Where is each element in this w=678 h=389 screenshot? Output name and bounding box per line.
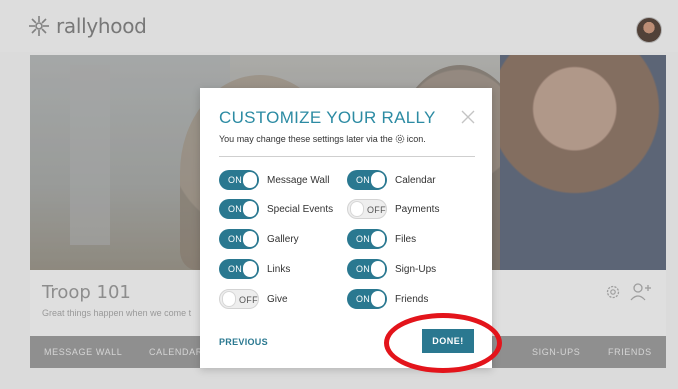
toggle-row-links: ON Links (219, 258, 290, 280)
gear-icon (395, 134, 405, 144)
toggle-knob (243, 201, 257, 217)
toggle-knob (371, 172, 385, 188)
toggle-label: Friends (395, 293, 429, 305)
toggle-label: Calendar (395, 174, 436, 186)
toggle-label: Gallery (267, 233, 299, 245)
toggle-knob (371, 291, 385, 307)
done-button[interactable]: DONE! (422, 329, 474, 353)
toggle-row-give: OFF Give (219, 288, 288, 310)
page: rallyhood Troop 101 Great things happen … (0, 0, 678, 389)
toggle-state: ON (356, 264, 371, 274)
toggle-knob (243, 172, 257, 188)
toggle-state: ON (228, 204, 243, 214)
toggle-row-sign-ups: ON Sign-Ups (347, 258, 436, 280)
customize-rally-modal: CUSTOMIZE YOUR RALLY You may change thes… (200, 88, 492, 368)
subtitle-text-end: icon. (406, 134, 426, 144)
toggle-knob (243, 261, 257, 277)
toggle-state: OFF (239, 295, 258, 305)
toggle-state: ON (356, 234, 371, 244)
previous-link[interactable]: PREVIOUS (219, 337, 268, 347)
toggle-row-payments: OFF Payments (347, 198, 439, 220)
toggle-knob (371, 231, 385, 247)
files-toggle[interactable]: ON (347, 229, 387, 249)
toggle-label: Payments (395, 203, 440, 215)
sign-ups-toggle[interactable]: ON (347, 259, 387, 279)
toggle-row-gallery: ON Gallery (219, 228, 299, 250)
toggle-label: Files (395, 233, 417, 245)
toggle-row-special-events: ON Special Events (219, 198, 333, 220)
friends-toggle[interactable]: ON (347, 289, 387, 309)
toggle-knob (350, 201, 364, 217)
toggle-row-message-wall: ON Message Wall (219, 169, 329, 191)
give-toggle[interactable]: OFF (219, 289, 259, 309)
subtitle-text: You may change these settings later via … (219, 134, 393, 144)
toggle-state: ON (228, 175, 243, 185)
toggle-knob (222, 291, 236, 307)
toggle-label: Give (267, 293, 288, 305)
toggle-state: ON (228, 234, 243, 244)
toggle-row-files: ON Files (347, 228, 416, 250)
gallery-toggle[interactable]: ON (219, 229, 259, 249)
toggle-row-friends: ON Friends (347, 288, 428, 310)
modal-divider (219, 156, 475, 157)
toggle-knob (243, 231, 257, 247)
message-wall-toggle[interactable]: ON (219, 170, 259, 190)
modal-subtitle: You may change these settings later via … (219, 134, 426, 144)
toggle-row-calendar: ON Calendar (347, 169, 436, 191)
toggle-label: Sign-Ups (395, 263, 437, 275)
links-toggle[interactable]: ON (219, 259, 259, 279)
toggle-label: Special Events (267, 203, 334, 215)
modal-title: CUSTOMIZE YOUR RALLY (219, 108, 436, 127)
toggle-state: ON (228, 264, 243, 274)
toggle-label: Links (267, 263, 291, 275)
toggle-state: ON (356, 294, 371, 304)
toggle-label: Message Wall (267, 174, 330, 186)
toggle-state: OFF (367, 205, 386, 215)
toggle-state: ON (356, 175, 371, 185)
special-events-toggle[interactable]: ON (219, 199, 259, 219)
payments-toggle[interactable]: OFF (347, 199, 387, 219)
calendar-toggle[interactable]: ON (347, 170, 387, 190)
toggle-knob (371, 261, 385, 277)
close-icon[interactable] (461, 110, 475, 124)
